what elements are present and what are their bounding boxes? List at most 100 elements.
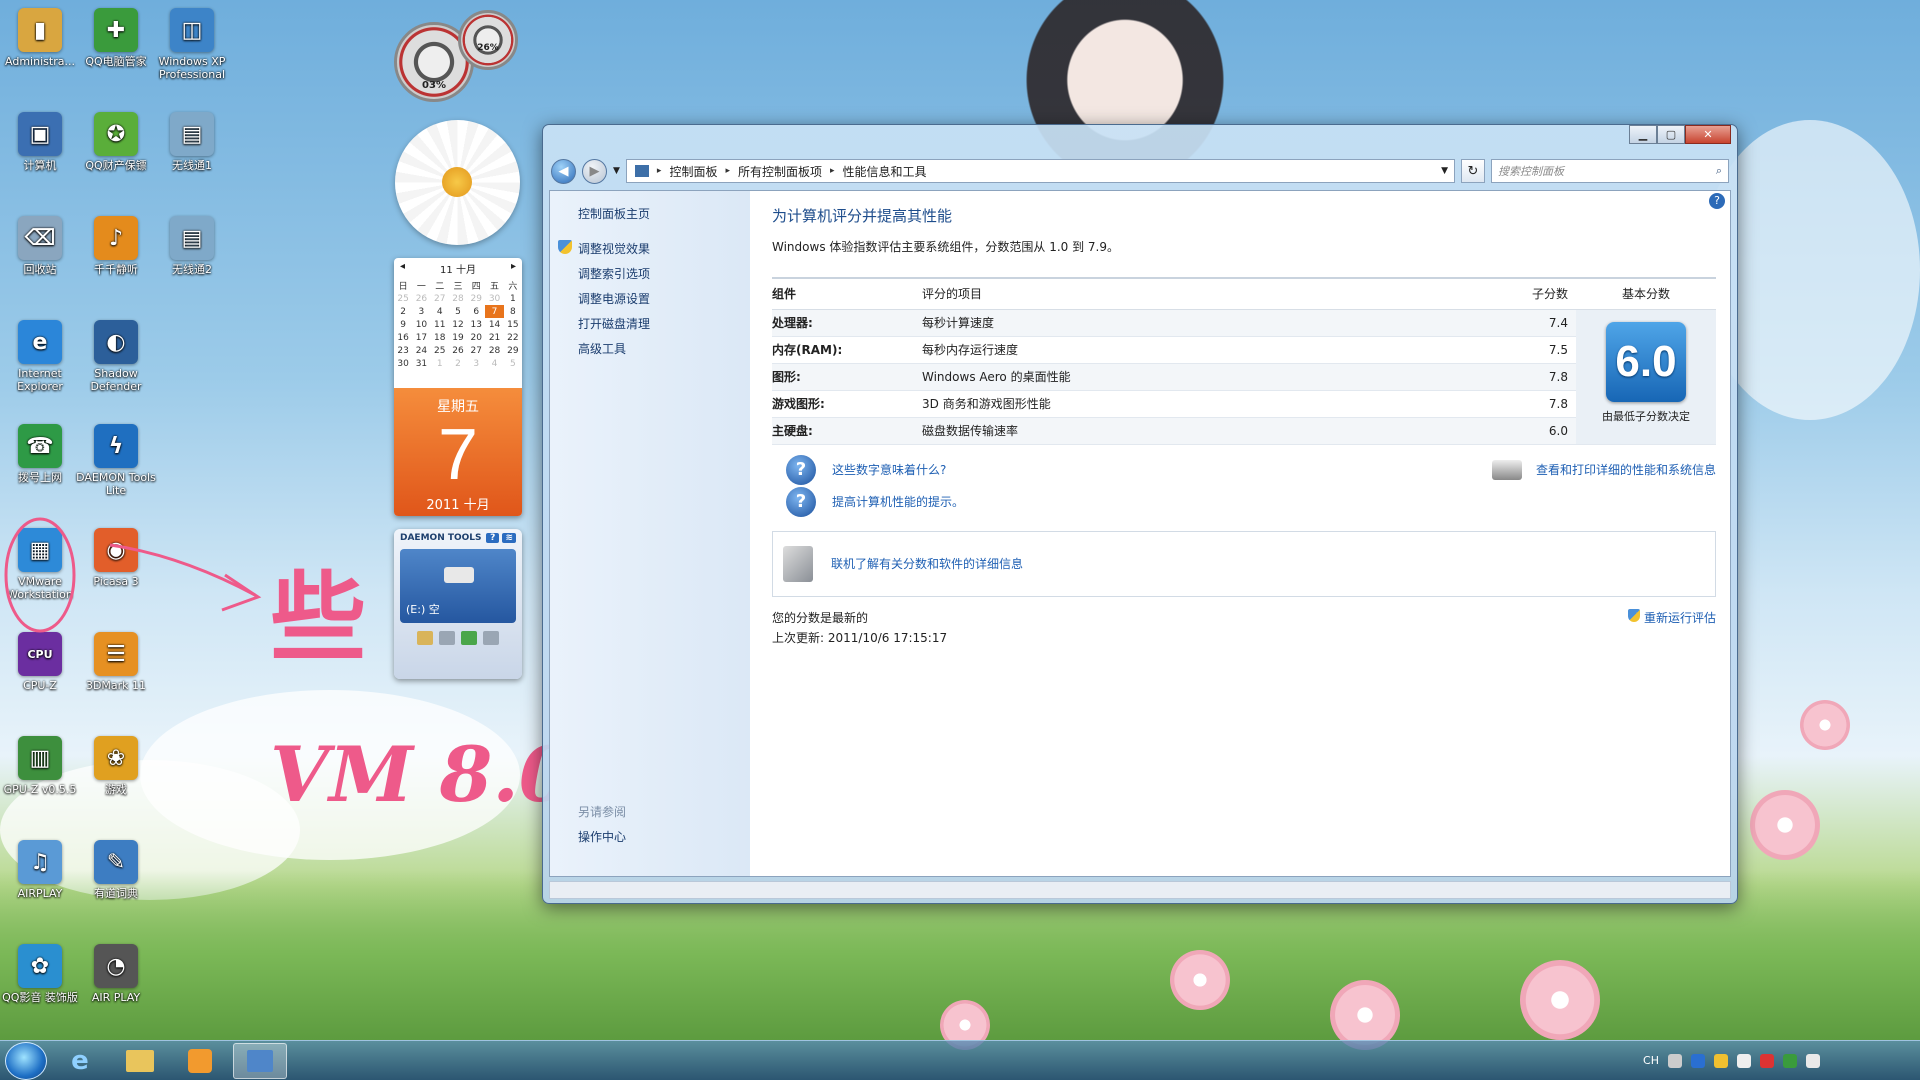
rerun-assessment-link[interactable]: 重新运行评估	[1644, 609, 1716, 626]
calendar-day-cell[interactable]: 22	[504, 331, 522, 344]
breadcrumb-item-control-panel[interactable]: 控制面板	[669, 163, 717, 180]
help-icon[interactable]: ?	[486, 533, 500, 543]
online-details-link[interactable]: 联机了解有关分数和软件的详细信息	[831, 555, 1023, 572]
desktop-icon[interactable]: ◔ AIR PLAY	[76, 944, 156, 1004]
mount-icon[interactable]	[417, 631, 433, 645]
taskbar-explorer-icon[interactable]	[113, 1043, 167, 1079]
sidebar-item-visual-effects[interactable]: 调整视觉效果	[578, 240, 750, 265]
desktop-icon[interactable]: ❀ 游戏	[76, 736, 156, 796]
calendar-day-cell[interactable]: 26	[412, 292, 430, 305]
calendar-day-cell[interactable]: 31	[412, 357, 430, 370]
help-icon[interactable]: ?	[1709, 193, 1725, 209]
calendar-day-cell[interactable]: 19	[449, 331, 467, 344]
calendar-day-cell[interactable]: 12	[449, 318, 467, 331]
daemon-tools-gadget[interactable]: DAEMON TOOLS ? ≋ (E:) 空	[394, 529, 522, 679]
calendar-day-cell[interactable]: 27	[431, 292, 449, 305]
sidebar-item-action-center[interactable]: 操作中心	[578, 828, 626, 853]
calendar-day-cell[interactable]: 14	[485, 318, 503, 331]
calendar-day-cell[interactable]: 16	[394, 331, 412, 344]
desktop-icon[interactable]: ✎ 有道词典	[76, 840, 156, 900]
what-numbers-mean-link[interactable]: 这些数字意味着什么?	[832, 461, 946, 478]
calendar-day-cell[interactable]: 7	[485, 305, 504, 318]
calendar-day-cell[interactable]: 8	[504, 305, 522, 318]
breadcrumb-item-all-items[interactable]: 所有控制面板项	[738, 163, 822, 180]
calendar-day-cell[interactable]: 28	[485, 344, 503, 357]
chevron-down-icon[interactable]: ▼	[1441, 166, 1448, 176]
rss-icon[interactable]: ≋	[502, 533, 516, 543]
sidebar-item-home[interactable]: 控制面板主页	[578, 205, 750, 230]
taskbar-media-player-icon[interactable]	[173, 1043, 227, 1079]
ram-meter-gadget[interactable]: 26%	[458, 10, 518, 70]
calendar-day-cell[interactable]: 29	[504, 344, 522, 357]
taskbar-control-panel-icon[interactable]	[233, 1042, 287, 1079]
calendar-day-cell[interactable]: 24	[412, 344, 430, 357]
desktop-icon[interactable]: ⌫ 回收站	[0, 216, 80, 276]
calendar-day-cell[interactable]: 27	[467, 344, 485, 357]
calendar-day-cell[interactable]: 29	[467, 292, 485, 305]
desktop-icon[interactable]: ▣ 计算机	[0, 112, 80, 172]
desktop-icon[interactable]: ▥ GPU-Z v0.5.5	[0, 736, 80, 796]
sidebar-item-advanced-tools[interactable]: 高级工具	[578, 340, 750, 365]
start-button[interactable]	[5, 1041, 47, 1080]
calendar-day-cell[interactable]: 23	[394, 344, 412, 357]
calendar-day-cell[interactable]: 21	[485, 331, 503, 344]
calendar-day-cell[interactable]: 1	[504, 292, 522, 305]
calendar-day-cell[interactable]: 11	[431, 318, 449, 331]
calendar-day-cell[interactable]: 6	[467, 305, 485, 318]
calendar-day-cell[interactable]: 3	[467, 357, 485, 370]
volume-icon[interactable]	[1760, 1053, 1774, 1068]
search-icon[interactable]: ⌕	[1716, 164, 1722, 178]
calendar-day-cell[interactable]: 25	[394, 292, 412, 305]
disc-icon[interactable]	[439, 631, 455, 645]
desktop-icon[interactable]: ✿ QQ影音 装饰版	[0, 944, 80, 1004]
desktop-icon[interactable]: ☎ 拨号上网	[0, 424, 80, 484]
calendar-day-cell[interactable]: 2	[449, 357, 467, 370]
calendar-day-cell[interactable]: 2	[394, 305, 412, 318]
desktop-icon[interactable]: ✚ QQ电脑管家	[76, 8, 156, 68]
calendar-day-cell[interactable]: 20	[467, 331, 485, 344]
clock-gadget[interactable]	[395, 120, 520, 245]
breadcrumb-item-performance[interactable]: 性能信息和工具	[843, 163, 927, 180]
calendar-day-cell[interactable]: 18	[431, 331, 449, 344]
security-icon[interactable]	[1714, 1053, 1728, 1068]
calendar-day-cell[interactable]: 30	[485, 292, 503, 305]
print-details-link[interactable]: 查看和打印详细的性能和系统信息	[1536, 461, 1716, 478]
desktop-icon[interactable]: ♪ 千千静听	[76, 216, 156, 276]
network-icon[interactable]	[1737, 1053, 1751, 1068]
calendar-day-cell[interactable]: 13	[467, 318, 485, 331]
breadcrumb[interactable]: ▸ 控制面板 ▸ 所有控制面板项 ▸ 性能信息和工具 ▼	[625, 159, 1455, 183]
calendar-day-cell[interactable]: 4	[431, 305, 449, 318]
calendar-day-cell[interactable]: 15	[504, 318, 522, 331]
performance-tips-link[interactable]: 提高计算机性能的提示。	[832, 493, 964, 510]
calendar-day-cell[interactable]: 26	[449, 344, 467, 357]
keyboard-icon[interactable]	[1668, 1053, 1682, 1068]
forward-button[interactable]: ▶	[582, 158, 607, 184]
sidebar-item-power[interactable]: 调整电源设置	[578, 290, 750, 315]
desktop-icon[interactable]: ϟ DAEMON Tools Lite	[76, 424, 156, 497]
calendar-day-cell[interactable]: 1	[431, 357, 449, 370]
desktop-icon[interactable]: ◐ Shadow Defender	[76, 320, 156, 393]
minimize-button[interactable]: ▁	[1629, 125, 1657, 144]
prev-month-icon[interactable]: ◂	[400, 261, 405, 276]
desktop-icon[interactable]: ✪ QQ财产保镖	[76, 112, 156, 172]
qq-icon[interactable]	[1783, 1053, 1797, 1068]
desktop-icon[interactable]: e Internet Explorer	[0, 320, 80, 393]
back-button[interactable]: ◀	[551, 158, 576, 184]
calendar-day-cell[interactable]: 5	[504, 357, 522, 370]
desktop-icon[interactable]: ☰ 3DMark 11	[76, 632, 156, 692]
desktop-icon[interactable]: ▤ 无线通1	[152, 112, 232, 172]
bluetooth-icon[interactable]	[1691, 1053, 1705, 1068]
search-input[interactable]: 搜索控制面板 ⌕	[1491, 159, 1729, 183]
sidebar-item-disk-cleanup[interactable]: 打开磁盘清理	[578, 315, 750, 340]
next-month-icon[interactable]: ▸	[511, 261, 516, 276]
calendar-day-cell[interactable]: 4	[485, 357, 503, 370]
desktop-icon[interactable]: ♫ AIRPLAY	[0, 840, 80, 900]
refresh-button[interactable]: ↻	[1461, 159, 1485, 183]
calendar-day-cell[interactable]: 17	[412, 331, 430, 344]
remove-icon[interactable]	[483, 631, 499, 645]
calendar-day-cell[interactable]: 10	[412, 318, 430, 331]
close-button[interactable]: ✕	[1685, 125, 1731, 144]
add-icon[interactable]	[461, 631, 477, 645]
calendar-gadget[interactable]: ◂ 11 十月 ▸ 日一二三四五六 25 26 27 28 29 30 1 2 3 4 5 6 7 8 9 10 11…	[394, 258, 522, 516]
history-dropdown-icon[interactable]: ▼	[613, 166, 620, 176]
